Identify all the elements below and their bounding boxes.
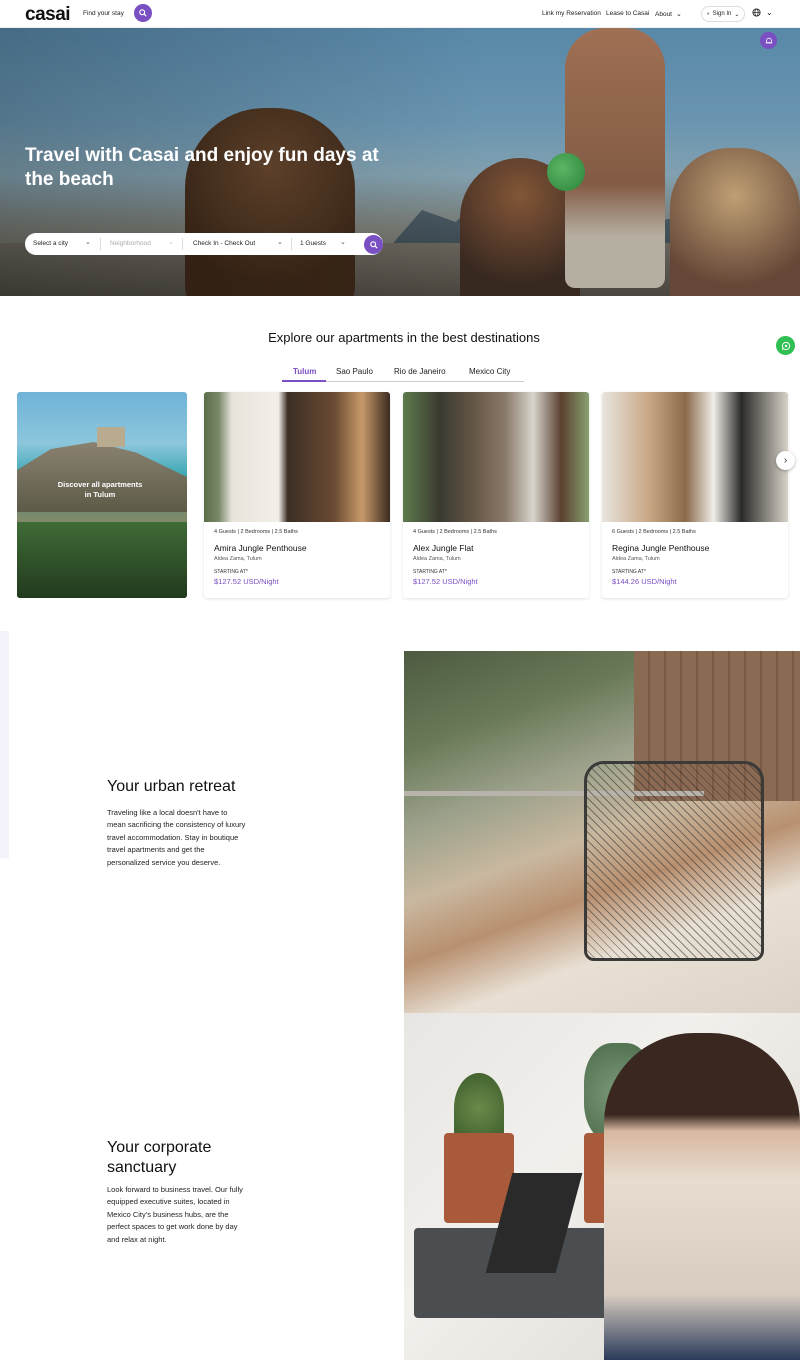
search-icon: [139, 9, 147, 17]
apartment-name: Alex Jungle Flat: [413, 543, 474, 553]
tab-rio-de-janeiro[interactable]: Rio de Janeiro: [394, 367, 446, 376]
apartment-meta: 6 Guests | 2 Bedrooms | 2.5 Baths: [612, 529, 696, 535]
casai-logo[interactable]: casai: [25, 4, 71, 26]
divider: [100, 238, 101, 250]
urban-retreat-photo: [404, 651, 800, 1013]
guests-select[interactable]: 1 Guests: [300, 240, 326, 247]
apartment-card[interactable]: 6 Guests | 2 Bedrooms | 2.5 Baths Regina…: [602, 392, 788, 598]
apartment-card[interactable]: 4 Guests | 2 Bedrooms | 2.5 Baths Alex J…: [403, 392, 589, 598]
photo-chair: [584, 761, 764, 961]
discover-label: Discover all apartments in Tulum: [57, 480, 143, 499]
about-label: About: [655, 11, 672, 18]
feature-title: Your corporate sanctuary: [107, 1139, 212, 1176]
sign-in-button[interactable]: ● Sign In ⌄: [701, 6, 745, 22]
link-reservation-link[interactable]: Link my Reservation: [542, 10, 601, 17]
globe-icon: [752, 8, 761, 17]
divider: [182, 238, 183, 250]
find-stay-label[interactable]: Find your stay: [83, 10, 124, 17]
explore-title: Explore our apartments in the best desti…: [268, 330, 540, 345]
language-selector[interactable]: ⌄: [752, 8, 773, 17]
chevron-down-icon: ⌄: [676, 11, 682, 18]
sign-in-label: Sign In: [712, 11, 732, 17]
apartment-photo: [602, 392, 788, 522]
photo-person: [604, 1033, 800, 1360]
page: casai Find your stay Link my Reservation…: [0, 0, 800, 1360]
apartment-price: $127.52 USD/Night: [413, 577, 478, 586]
apartment-name: Regina Jungle Penthouse: [612, 543, 710, 553]
chevron-down-icon: ⌄: [340, 239, 346, 246]
find-stay-search-button[interactable]: [134, 4, 152, 22]
tab-tulum[interactable]: Tulum: [293, 367, 316, 376]
starting-at-label: STARTING AT*: [612, 569, 646, 575]
corporate-sanctuary-photo: [404, 1013, 800, 1360]
about-menu[interactable]: About ⌄: [655, 10, 682, 18]
chevron-down-icon: ⌄: [734, 11, 740, 18]
feature-description: Traveling like a local doesn't have to m…: [107, 808, 246, 867]
carousel-next-button[interactable]: ›: [776, 451, 795, 470]
discover-image-cliff: [17, 442, 187, 512]
discover-image-ruin: [97, 427, 125, 447]
whatsapp-icon: [781, 341, 790, 350]
user-icon: ●: [706, 11, 710, 17]
apartment-photo: [403, 392, 589, 522]
divider: [291, 238, 292, 250]
chevron-right-icon: ›: [783, 455, 788, 466]
discover-image-vegetation: [17, 522, 187, 598]
active-tab-indicator: [282, 380, 326, 382]
top-nav: casai Find your stay Link my Reservation…: [0, 0, 800, 28]
apartment-price: $144.26 USD/Night: [612, 577, 677, 586]
apartment-meta: 4 Guests | 2 Bedrooms | 2.5 Baths: [413, 529, 497, 535]
bell-icon: [765, 37, 772, 43]
destination-tabs: Tulum Sao Paulo Rio de Janeiro Mexico Ci…: [282, 364, 524, 382]
chevron-down-icon: ⌄: [85, 239, 91, 246]
starting-at-label: STARTING AT*: [214, 569, 248, 575]
feature-description: Look forward to business travel. Our ful…: [107, 1185, 243, 1244]
apartment-location: Aldea Zama, Tulum: [413, 556, 461, 562]
tab-sao-paulo[interactable]: Sao Paulo: [336, 367, 373, 376]
notification-button[interactable]: [760, 32, 777, 49]
whatsapp-button[interactable]: [776, 336, 795, 355]
apartment-name: Amira Jungle Penthouse: [214, 543, 307, 553]
side-feedback-tab[interactable]: [0, 631, 9, 858]
apartment-meta: 4 Guests | 2 Bedrooms | 2.5 Baths: [214, 529, 298, 535]
starting-at-label: STARTING AT*: [413, 569, 447, 575]
chevron-down-icon: ⌄: [766, 8, 773, 17]
apartment-location: Aldea Zama, Tulum: [214, 556, 262, 562]
apartment-card[interactable]: 4 Guests | 2 Bedrooms | 2.5 Baths Amira …: [204, 392, 390, 598]
apartment-photo: [204, 392, 390, 522]
apartment-price: $127.52 USD/Night: [214, 577, 279, 586]
search-icon: [369, 240, 378, 249]
apartment-location: Aldea Zama, Tulum: [612, 556, 660, 562]
chevron-down-icon: ⌄: [277, 239, 283, 246]
city-select[interactable]: Select a city: [33, 240, 68, 247]
search-bar: Select a city ⌄ Neighborhood ⌄ Check In …: [25, 233, 383, 255]
chevron-down-icon: ⌄: [168, 239, 174, 246]
feature-title: Your urban retreat: [107, 778, 236, 795]
hero-title: Travel with Casai and enjoy fun days at …: [25, 145, 379, 190]
search-button[interactable]: [364, 235, 383, 254]
neighborhood-select[interactable]: Neighborhood: [110, 240, 151, 247]
tab-mexico-city[interactable]: Mexico City: [469, 367, 510, 376]
lease-link[interactable]: Lease to Casai: [606, 10, 649, 17]
dates-picker[interactable]: Check In - Check Out: [193, 240, 255, 247]
